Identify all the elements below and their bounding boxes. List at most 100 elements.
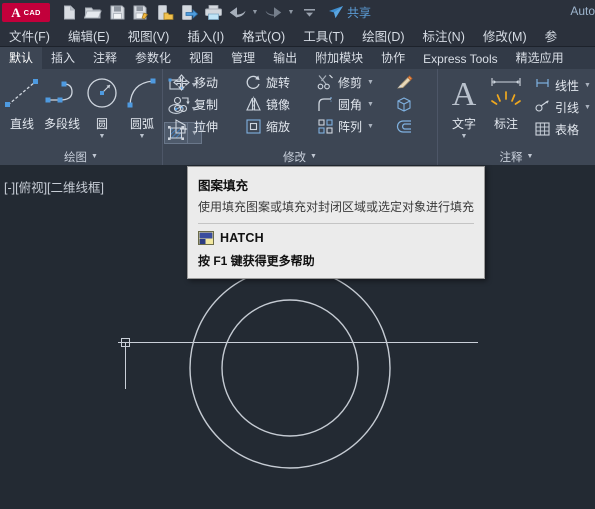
outer-circle [189, 267, 391, 469]
offset-icon [394, 116, 414, 136]
chevron-down-icon[interactable]: ▼ [367, 101, 374, 108]
tooltip-command-row: HATCH [198, 231, 474, 245]
menu-bar: 文件(F) 编辑(E) 视图(V) 插入(I) 格式(O) 工具(T) 绘图(D) 标注(N)… [0, 24, 595, 47]
ribbon: 直线 多段线 圆 ▼ 圆弧 ▼ ▼ ▼ ▼ 绘图 ▼ 移动 旋转 修剪 ▼ 复制… [0, 69, 595, 165]
draw-line-button[interactable]: 直线 [2, 72, 42, 132]
chevron-down-icon[interactable]: ▼ [584, 82, 591, 89]
draw-circle-label: 圆 [95, 117, 108, 131]
chevron-down-icon[interactable]: ▼ [367, 79, 374, 86]
modify-3dbox-button[interactable] [387, 93, 421, 115]
menu-item-2[interactable]: 视图(V) [119, 24, 179, 46]
arc-icon [122, 74, 162, 114]
menu-item-0[interactable]: 文件(F) [0, 24, 59, 46]
undo-dropdown[interactable]: ▼ [250, 1, 260, 23]
customize-qat-button[interactable] [298, 1, 320, 23]
print-button[interactable] [202, 1, 224, 23]
autocad-window: A CAD ▼ ▼ 共享 Auto 文件(F) 编辑(E) 视图(V) 插入(I… [0, 0, 595, 509]
modify-scale-label: 缩放 [266, 119, 291, 134]
ribbon-tab-5[interactable]: 管理 [222, 47, 264, 69]
modify-copy-button[interactable]: 复制 [169, 93, 241, 115]
app-logo[interactable]: A CAD [2, 2, 50, 22]
modify-stretch-button[interactable]: 拉伸 [169, 115, 241, 137]
trim-icon [315, 72, 335, 92]
ribbon-tab-6[interactable]: 输出 [264, 47, 306, 69]
modify-move-button[interactable]: 移动 [169, 71, 241, 93]
open-file-icon [84, 4, 102, 21]
undo-icon [228, 4, 247, 21]
modify-rotate-button[interactable]: 旋转 [241, 71, 313, 93]
modify-array-button[interactable]: 阵列 ▼ [313, 115, 387, 137]
ribbon-tab-7[interactable]: 附加模块 [306, 47, 372, 69]
chevron-down-icon[interactable]: ▼ [99, 133, 106, 141]
open-file-button[interactable] [82, 1, 104, 23]
annotate-dimension-button[interactable]: 标注 [485, 72, 527, 132]
modify-trim-button[interactable]: 修剪 ▼ [313, 71, 387, 93]
save-as-button[interactable] [130, 1, 152, 23]
save-as-icon [132, 4, 150, 21]
ribbon-tab-0[interactable]: 默认 [0, 47, 43, 69]
modify-offset-button[interactable] [387, 115, 421, 137]
cloud-open-button[interactable] [178, 1, 200, 23]
annotate-leader-label: 引线 [555, 100, 580, 115]
export-button[interactable] [154, 1, 176, 23]
ribbon-tab-1[interactable]: 插入 [42, 47, 84, 69]
chevron-down-icon[interactable]: ▼ [584, 104, 591, 111]
annotate-table-button[interactable]: 表格 [530, 118, 593, 140]
draw-polyline-label: 多段线 [43, 117, 80, 131]
draw-arc-button[interactable]: 圆弧 ▼ [122, 72, 162, 141]
menu-item-6[interactable]: 绘图(D) [353, 24, 413, 46]
modify-stretch-label: 拉伸 [194, 119, 219, 134]
modify-fillet-label: 圆角 [338, 97, 363, 112]
draw-polyline-button[interactable]: 多段线 [42, 72, 82, 132]
panel-annotate-label: 注释 [499, 151, 523, 164]
menu-item-9[interactable]: 参 [536, 24, 567, 46]
save-icon [109, 4, 126, 21]
chevron-down-icon[interactable]: ▼ [461, 133, 468, 141]
leader-icon [532, 97, 552, 117]
ribbon-tab-3[interactable]: 参数化 [126, 47, 180, 69]
annotate-leader-button[interactable]: 引线 ▼ [530, 96, 593, 118]
redo-button[interactable] [262, 1, 284, 23]
modify-erase-button[interactable] [387, 71, 421, 93]
panel-annotate-body: A 文字 ▼ 标注 线性 ▼ 引线 ▼ 表格 [438, 69, 595, 148]
redo-dropdown[interactable]: ▼ [286, 1, 296, 23]
modify-array-label: 阵列 [338, 119, 363, 134]
ribbon-tab-9[interactable]: Express Tools [414, 50, 506, 69]
draw-circle-button[interactable]: 圆 ▼ [82, 72, 122, 141]
panel-annotate-label-row[interactable]: 注释 ▼ [438, 148, 595, 165]
modify-scale-button[interactable]: 缩放 [241, 115, 313, 137]
undo-button[interactable] [226, 1, 248, 23]
panel-draw-label-row[interactable]: 绘图 ▼ [0, 148, 162, 165]
modify-row-1: 移动 旋转 修剪 ▼ [169, 71, 421, 93]
panel-modify-label-row[interactable]: 修改 ▼ [163, 148, 437, 165]
modify-mirror-button[interactable]: 镜像 [241, 93, 313, 115]
dimension-icon [486, 74, 526, 114]
menu-item-3[interactable]: 插入(I) [178, 24, 233, 46]
modify-fillet-button[interactable]: 圆角 ▼ [313, 93, 387, 115]
modify-row-3: 拉伸 缩放 阵列 ▼ [169, 115, 421, 137]
menu-item-1[interactable]: 编辑(E) [59, 24, 119, 46]
menu-item-4[interactable]: 格式(O) [233, 24, 294, 46]
ribbon-tab-2[interactable]: 注释 [84, 47, 126, 69]
customize-chevron-icon [302, 5, 317, 20]
inner-circle [221, 299, 359, 437]
modify-move-label: 移动 [194, 75, 219, 90]
annotate-text-button[interactable]: A 文字 ▼ [443, 72, 485, 141]
ribbon-tab-8[interactable]: 协作 [372, 47, 414, 69]
share-button[interactable]: 共享 [328, 4, 371, 21]
text-icon: A [444, 74, 484, 114]
modify-mirror-label: 镜像 [266, 97, 291, 112]
ribbon-tab-4[interactable]: 视图 [180, 47, 222, 69]
menu-item-5[interactable]: 工具(T) [294, 24, 353, 46]
ribbon-tab-10[interactable]: 精选应用 [507, 47, 573, 69]
menu-item-8[interactable]: 修改(M) [474, 24, 536, 46]
save-button[interactable] [106, 1, 128, 23]
quick-access-toolbar: ▼ ▼ 共享 [58, 1, 371, 23]
modify-copy-label: 复制 [194, 97, 219, 112]
chevron-down-icon[interactable]: ▼ [139, 133, 146, 141]
tooltip-help: 按 F1 键获得更多帮助 [198, 254, 315, 268]
chevron-down-icon[interactable]: ▼ [367, 123, 374, 130]
annotate-linear-button[interactable]: 线性 ▼ [530, 74, 593, 96]
menu-item-7[interactable]: 标注(N) [414, 24, 474, 46]
new-file-button[interactable] [58, 1, 80, 23]
